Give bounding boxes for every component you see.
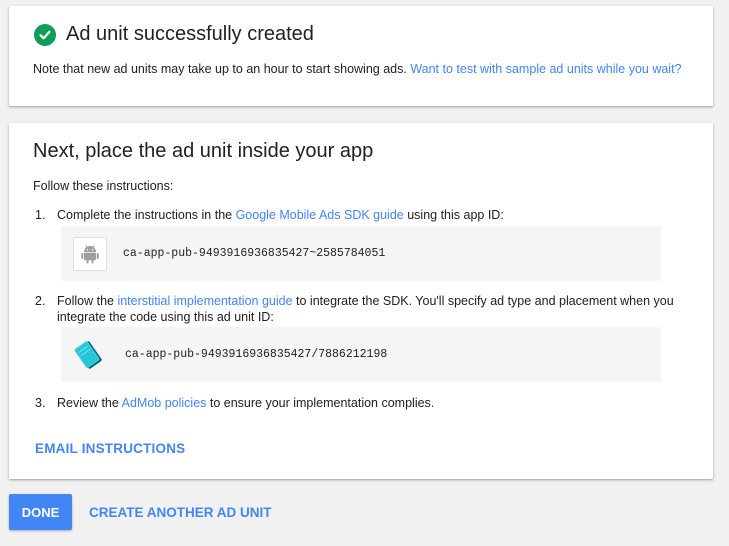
android-icon <box>73 236 107 271</box>
app-id-value[interactable]: ca-app-pub-9493916936835427~2585784051 <box>123 247 385 260</box>
step-3-number: 3. <box>35 396 46 410</box>
sample-ad-units-link[interactable]: Want to test with sample ad units while … <box>410 62 681 76</box>
step-3-pre: Review the <box>57 396 122 410</box>
instructions-card: Next, place the ad unit inside your app … <box>9 123 713 479</box>
success-note-text: Note that new ad units may take up to an… <box>33 62 407 76</box>
interstitial-icon <box>69 335 109 375</box>
step-1-pre: Complete the instructions in the <box>57 208 236 222</box>
interstitial-guide-link[interactable]: interstitial implementation guide <box>117 294 292 308</box>
step-3-text: Review the AdMob policies to ensure your… <box>57 395 677 411</box>
ad-unit-id-box: ca-app-pub-9493916936835427/7886212198 <box>61 327 661 382</box>
step-2-number: 2. <box>35 294 46 308</box>
done-button[interactable]: DONE <box>9 494 72 530</box>
success-note: Note that new ad units may take up to an… <box>33 61 693 77</box>
success-card: Ad unit successfully created Note that n… <box>9 6 713 106</box>
sdk-guide-link[interactable]: Google Mobile Ads SDK guide <box>236 208 404 222</box>
instructions-title: Next, place the ad unit inside your app <box>33 140 374 162</box>
step-1-number: 1. <box>35 208 46 222</box>
create-another-ad-unit-button[interactable]: CREATE ANOTHER AD UNIT <box>89 505 272 520</box>
success-title: Ad unit successfully created <box>66 23 314 45</box>
step-1-post: using this app ID: <box>403 208 504 222</box>
step-1-text: Complete the instructions in the Google … <box>57 207 677 223</box>
app-id-box: ca-app-pub-9493916936835427~2585784051 <box>61 226 661 281</box>
step-2-text: Follow the interstitial implementation g… <box>57 293 677 325</box>
admob-policies-link[interactable]: AdMob policies <box>122 396 207 410</box>
email-instructions-button[interactable]: EMAIL INSTRUCTIONS <box>35 441 185 456</box>
ad-unit-id-value[interactable]: ca-app-pub-9493916936835427/7886212198 <box>125 348 387 361</box>
step-2-pre: Follow the <box>57 294 118 308</box>
success-title-row: Ad unit successfully created <box>34 23 314 46</box>
step-3-post: to ensure your implementation complies. <box>206 396 435 410</box>
check-circle-icon <box>34 23 56 46</box>
follow-instructions-label: Follow these instructions: <box>33 179 174 193</box>
